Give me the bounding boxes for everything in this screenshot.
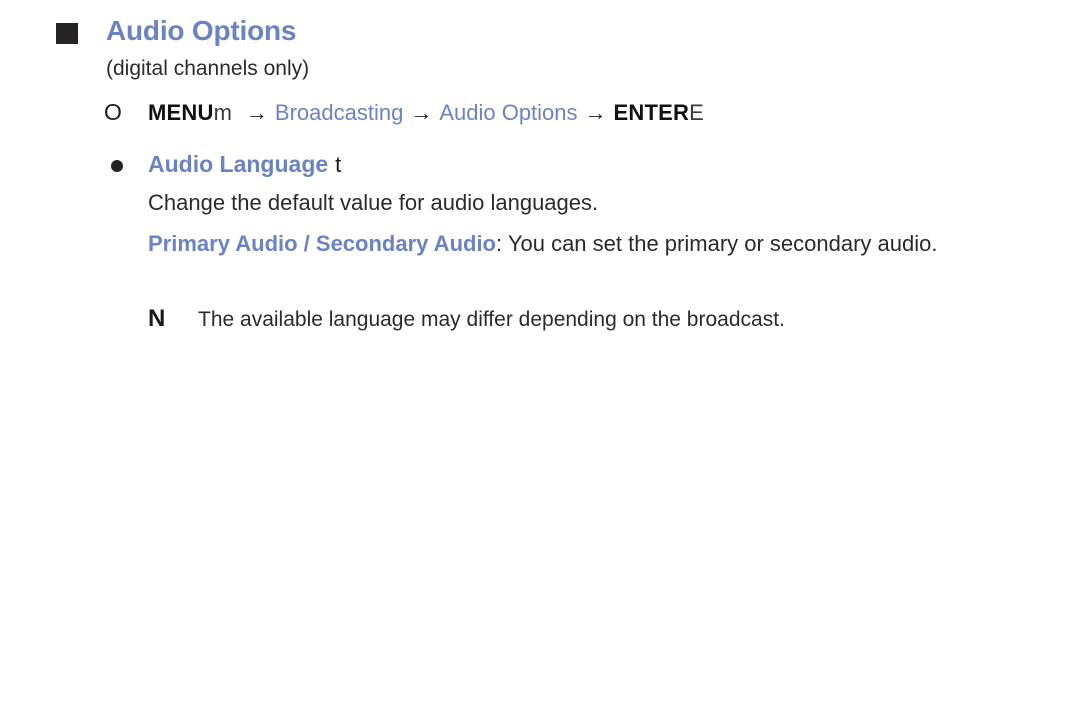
- note-row: N The available language may differ depe…: [148, 305, 1018, 335]
- page-title: Audio Options: [106, 15, 297, 46]
- path-arrow-icon-2: →: [410, 100, 433, 125]
- menu-path-step-audio-options[interactable]: Audio Options: [439, 100, 577, 125]
- square-bullet-icon: [56, 23, 78, 44]
- note-text: The available language may differ depend…: [198, 308, 785, 331]
- section-heading: Audio Options: [56, 12, 296, 50]
- menu-path: O MENUm → Broadcasting → Audio Options → ENTER…: [104, 99, 704, 128]
- round-bullet-icon: [104, 160, 148, 172]
- section-subtitle: (digital channels only): [106, 57, 310, 80]
- setting-separator: :: [496, 231, 508, 256]
- menu-path-step-enter[interactable]: ENTER: [614, 100, 690, 125]
- menu-key-icon: m: [213, 100, 232, 125]
- path-arrow-icon-1: →: [245, 100, 268, 125]
- tools-key-icon: t: [335, 152, 342, 177]
- enter-key-icon: E: [689, 100, 704, 125]
- setting-detail: You can set the primary or secondary aud…: [507, 231, 938, 256]
- option-description: Change the default value for audio langu…: [148, 190, 599, 215]
- emanual-page: Audio Options (digital channels only) O …: [0, 0, 1080, 705]
- path-arrow-icon-3: →: [584, 100, 607, 125]
- option-setting: Primary Audio / Secondary Audio: You can…: [148, 229, 993, 259]
- circle-bullet-icon: O: [104, 99, 122, 125]
- note-marker-icon: N: [148, 305, 166, 332]
- menu-path-step-menu[interactable]: MENU: [148, 100, 214, 125]
- option-heading: Audio Language t: [104, 150, 341, 180]
- option-label[interactable]: Audio Language: [148, 150, 328, 180]
- menu-path-step-broadcasting[interactable]: Broadcasting: [275, 100, 403, 125]
- setting-name: Primary Audio / Secondary Audio: [148, 231, 496, 256]
- menu-path-text: MENUm → Broadcasting → Audio Options → ENTERE: [148, 99, 704, 128]
